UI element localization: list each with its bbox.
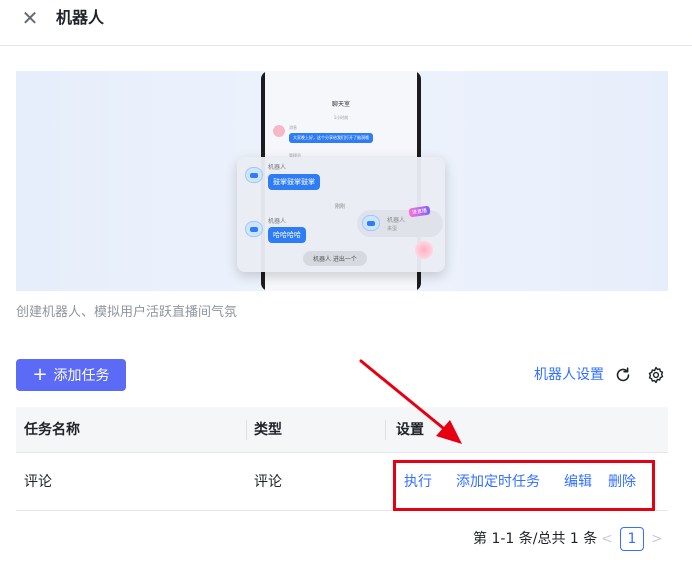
phone-chat-time: 1小时前 <box>333 115 349 120</box>
add-task-label: 添加任务 <box>53 368 110 384</box>
page-title: 机器人 <box>56 8 105 27</box>
robot-bubble: 哈哈哈哈 <box>268 227 306 243</box>
table-header: 任务名称 类型 设置 <box>16 407 668 453</box>
heart-icon <box>415 241 433 259</box>
card-sub: 来蛋 <box>387 226 398 232</box>
column-divider <box>246 420 247 440</box>
chevron-left-icon[interactable]: < <box>601 530 613 548</box>
card-name: 机器人 <box>387 217 406 224</box>
column-header-type: 类型 <box>254 422 282 438</box>
robot-avatar <box>245 167 263 183</box>
message-name: 消息 <box>289 125 297 130</box>
card-tag: 进直播 <box>408 205 431 218</box>
pagination-page[interactable]: 1 <box>620 527 644 551</box>
robot-settings-link[interactable]: 机器人设置 <box>534 366 604 384</box>
avatar <box>273 125 285 137</box>
robot-avatar <box>362 215 380 231</box>
header: ✕ 机器人 <box>0 0 692 46</box>
robot-avatar <box>245 221 263 237</box>
highlight-box <box>393 460 655 511</box>
gear-icon[interactable] <box>647 366 665 384</box>
annotation-arrow <box>359 359 462 444</box>
description: 创建机器人、模拟用户活跃直播间气氛 <box>16 305 238 320</box>
banner-image: 聊天室 1小时前 消息 大家晚上好，这个分享给我们打开了脑洞哦 管理员 机器人 … <box>16 71 668 291</box>
robot-name: 机器人 <box>268 218 287 225</box>
pagination-total: 第 1-1 条/总共 1 条 <box>473 531 598 547</box>
plus-icon: + <box>32 364 48 385</box>
chevron-right-icon[interactable]: > <box>651 530 663 548</box>
robot-chat-panel: 机器人 鼓掌鼓掌鼓掌 刚刚 机器人 哈哈哈哈 机器人 进直播 来蛋 机器人 进出… <box>237 157 445 272</box>
refresh-icon[interactable] <box>614 366 632 384</box>
robot-name: 机器人 <box>268 164 287 171</box>
robot-bubble: 鼓掌鼓掌鼓掌 <box>268 174 320 190</box>
robot-time: 刚刚 <box>335 204 346 210</box>
robot-enter-card: 机器人 进直播 来蛋 <box>357 205 443 237</box>
phone-message: 消息 大家晚上好，这个分享给我们打开了脑洞哦 <box>273 125 373 143</box>
task-type-cell: 评论 <box>254 474 282 490</box>
close-icon[interactable]: ✕ <box>20 8 40 28</box>
task-name-cell: 评论 <box>24 474 52 490</box>
phone-chat-title: 聊天室 <box>331 101 350 108</box>
message-bubble: 大家晚上好，这个分享给我们打开了脑洞哦 <box>289 133 373 143</box>
add-task-button[interactable]: + 添加任务 <box>16 359 126 391</box>
column-header-name: 任务名称 <box>24 422 80 438</box>
enter-pill: 机器人 进出一个 <box>303 251 367 266</box>
